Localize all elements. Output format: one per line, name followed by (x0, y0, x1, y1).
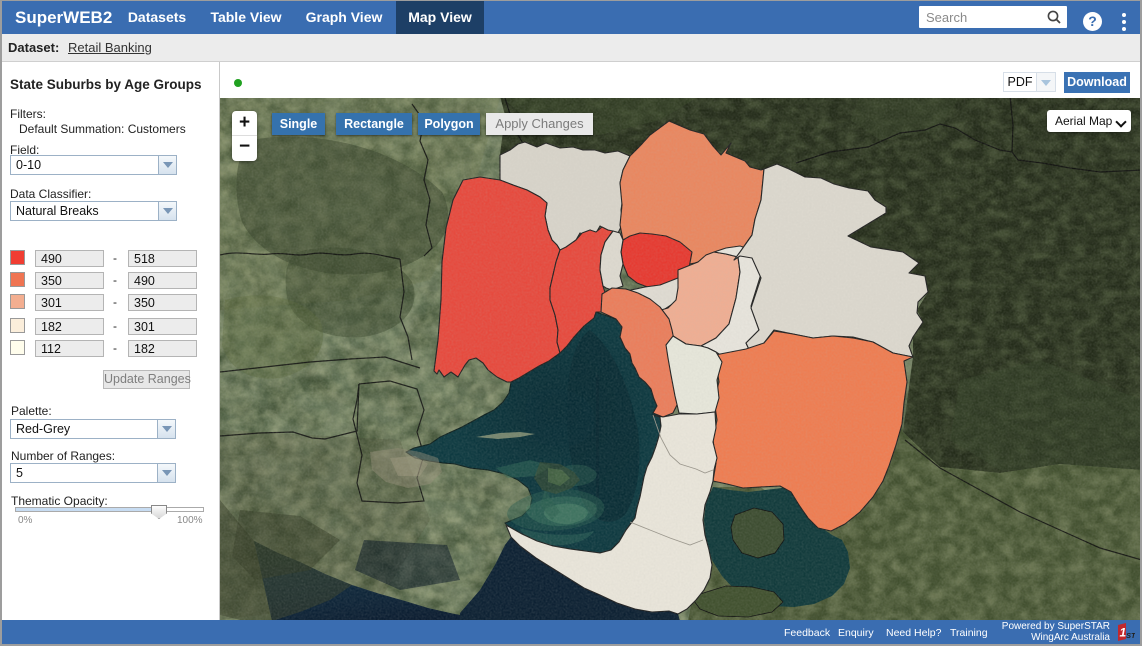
svg-text:ST: ST (1126, 631, 1135, 640)
